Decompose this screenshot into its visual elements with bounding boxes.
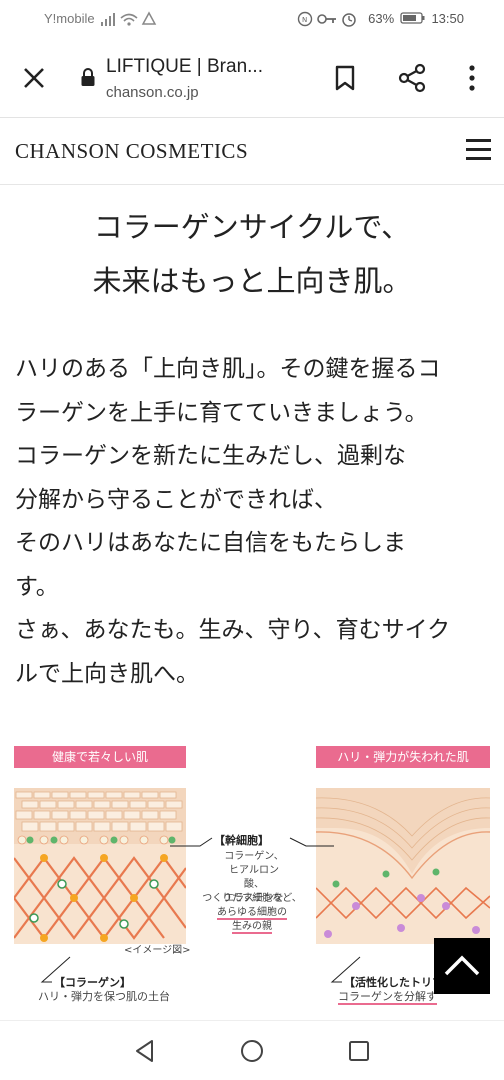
carrier-label: Y!mobile bbox=[44, 11, 95, 26]
chevron-up-icon bbox=[444, 955, 480, 976]
back-icon[interactable] bbox=[132, 1038, 158, 1064]
close-icon[interactable] bbox=[20, 64, 48, 92]
home-icon[interactable] bbox=[239, 1038, 265, 1064]
body-line: 分解から守ることができれば、 bbox=[15, 486, 337, 513]
signal-wifi-icon bbox=[101, 11, 157, 26]
stem-line: つくりだす細胞など、 bbox=[202, 893, 302, 904]
stem-cell-desc-2: つくりだす細胞など、 あらゆる細胞の 生みの親 bbox=[200, 892, 304, 934]
menu-icon[interactable] bbox=[466, 139, 491, 161]
tryptase-title: 【活性化したトリプ bbox=[344, 976, 443, 989]
system-nav-bar bbox=[0, 1020, 504, 1080]
body-line: ハリのある「上向き肌」。その鍵を握るコ bbox=[15, 356, 441, 382]
bookmark-icon[interactable] bbox=[332, 64, 358, 92]
lock-icon[interactable] bbox=[80, 67, 96, 87]
body-line: そのハリはあなたに自信をもたらしま bbox=[15, 530, 406, 556]
body-text: ハリのある「上向き肌」。その鍵を握るコ ラーゲンを上手に育てていきましょう。 コ… bbox=[15, 348, 493, 696]
brand-logo[interactable]: CHANSON COSMETICS bbox=[15, 139, 248, 164]
stem-line: ヒアルロン酸、 bbox=[229, 865, 279, 890]
page-url[interactable]: chanson.co.jp bbox=[106, 84, 199, 101]
stem-line: あらゆる細胞の bbox=[217, 907, 287, 920]
stem-line: 生みの親 bbox=[232, 921, 272, 934]
status-bar: Y!mobile N 63% 13:50 bbox=[0, 0, 504, 38]
collagen-desc: ハリ・弾力を保つ肌の土台 bbox=[38, 990, 170, 1003]
headline-line-2: 未来はもっと上向き肌。 bbox=[92, 264, 412, 298]
share-icon[interactable] bbox=[397, 63, 427, 93]
clock: 13:50 bbox=[431, 11, 464, 26]
browser-toolbar: LIFTIQUE | Bran... chanson.co.jp bbox=[0, 38, 504, 118]
battery-icon bbox=[400, 12, 425, 24]
stem-line: コラーゲン、 bbox=[224, 851, 284, 862]
skin-comparison-illustration: 健康で若々しい肌 ハリ・弾力が失われた肌 【幹細胞】 コラーゲン、 ヒアルロン酸… bbox=[0, 742, 504, 1005]
recent-apps-icon[interactable] bbox=[347, 1039, 371, 1063]
tryptase-desc-text: コラーゲンを分解す bbox=[338, 990, 437, 1005]
page-title[interactable]: LIFTIQUE | Bran... bbox=[106, 56, 263, 78]
battery-time-text: 63% 13:50 bbox=[368, 11, 464, 26]
body-line: さぁ、あなたも。生み、守り、育むサイク bbox=[15, 617, 451, 643]
image-note: <イメージ図> bbox=[124, 945, 191, 956]
scroll-to-top-button[interactable] bbox=[434, 938, 490, 994]
svg-text:N: N bbox=[302, 16, 307, 24]
body-line: ラーゲンを上手に育てていきましょう。 bbox=[15, 399, 428, 426]
headline: コラーゲンサイクルで、 未来はもっと上向き肌。 bbox=[0, 200, 504, 308]
body-line: す。 bbox=[15, 573, 59, 600]
body-line: ルで上向き肌へ。 bbox=[15, 660, 199, 687]
stem-cell-title: 【幹細胞】 bbox=[214, 834, 269, 847]
tryptase-desc: コラーゲンを分解す bbox=[338, 990, 437, 1005]
body-line: コラーゲンを新たに生みだし、過剰な bbox=[15, 443, 406, 469]
site-header: CHANSON COSMETICS bbox=[0, 119, 504, 185]
headline-line-1: コラーゲンサイクルで、 bbox=[93, 210, 411, 244]
more-options-icon[interactable] bbox=[462, 63, 482, 93]
collagen-title: 【コラーゲン】 bbox=[54, 976, 131, 989]
battery-percent: 63% bbox=[368, 11, 395, 26]
